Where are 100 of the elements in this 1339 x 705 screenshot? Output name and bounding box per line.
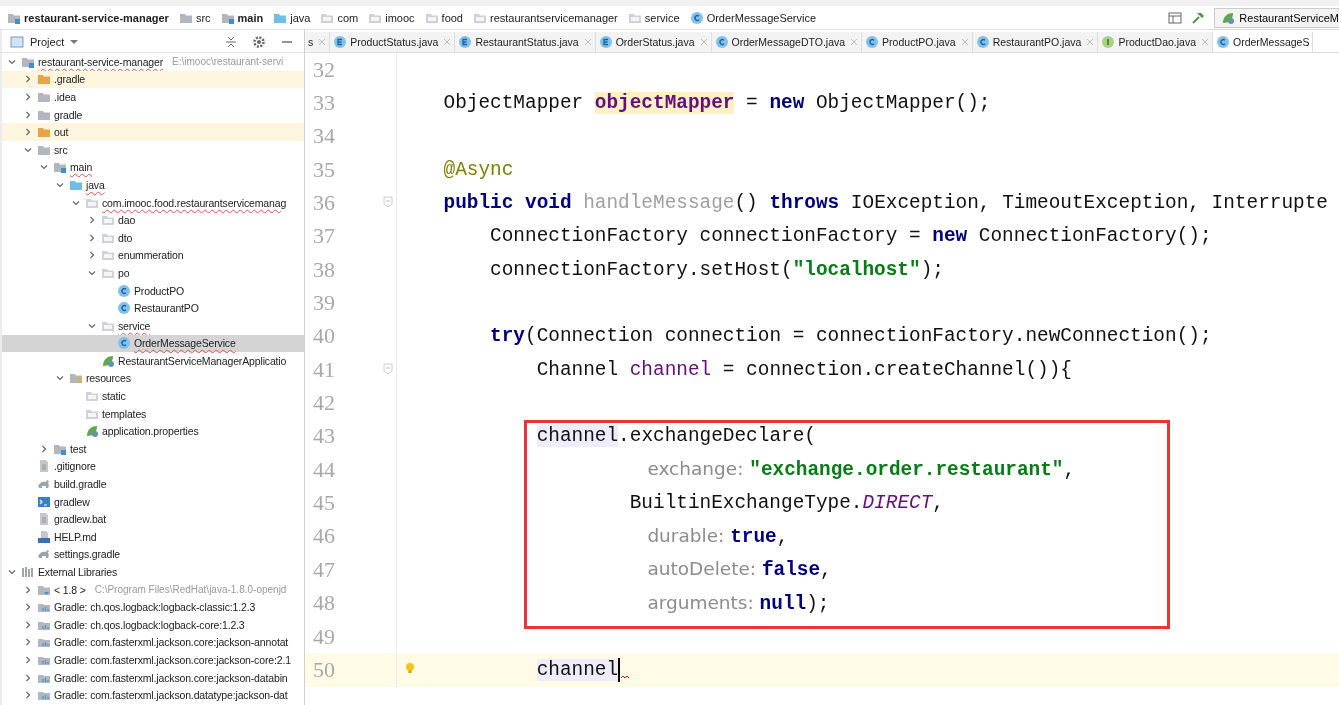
enum-icon	[458, 35, 473, 49]
editor-tab[interactable]: ProductPO.java	[862, 32, 973, 52]
code-line: arguments: null);	[646, 591, 830, 615]
item-label: RestaurantPO	[134, 302, 199, 315]
breadcrumb-item[interactable]: restaurantservicemanager	[468, 10, 623, 25]
editor-tab[interactable]: s	[305, 32, 331, 52]
item-label: HELP.md	[54, 530, 97, 543]
tree-item[interactable]: RestaurantServiceManagerApplicatio	[2, 352, 304, 370]
tree-item[interactable]: .idea	[2, 88, 304, 106]
tree-item[interactable]: application.properties	[2, 422, 304, 441]
line-number: 39	[312, 290, 335, 317]
tree-item[interactable]: main	[2, 158, 304, 177]
item-label: test	[70, 442, 87, 455]
line-number: 32	[312, 56, 335, 83]
caret-icon[interactable]	[70, 38, 79, 46]
code-line: try(Connection connection = connectionFactory.newConnection();	[489, 325, 1212, 348]
line-number: 34	[312, 123, 335, 150]
tree-item[interactable]: HELP.md	[2, 528, 304, 546]
layout-icon[interactable]	[1168, 10, 1183, 25]
collapse-icon[interactable]	[224, 35, 238, 49]
editor-tab[interactable]: RestaurantStatus.java	[455, 32, 596, 52]
item-label: out	[54, 126, 69, 139]
run-configuration-dropdown[interactable]: RestaurantServiceM	[1214, 7, 1339, 28]
editor-tab[interactable]: ProductDao.java	[1098, 32, 1213, 52]
tree-item[interactable]: < 1.8 > C:\Program Files\RedHat\java-1.8.0-openjd	[2, 580, 304, 599]
tree-item[interactable]: enummeration	[2, 246, 304, 265]
tree-item[interactable]: gradlew	[2, 492, 304, 511]
editor-tab[interactable]: OrderStatus.java	[595, 32, 712, 52]
breadcrumb-item[interactable]: OrderMessageService	[684, 10, 822, 25]
hammer-icon[interactable]	[1191, 10, 1206, 25]
tree-item[interactable]: Gradle: com.fasterxml.jackson.core:jackson-core:2.1	[2, 651, 304, 669]
enum-icon	[598, 35, 613, 49]
tree-item[interactable]: .gradle	[2, 70, 304, 89]
item-label: static	[102, 390, 126, 403]
class-icon	[865, 35, 880, 49]
item-label: < 1.8 >	[54, 583, 86, 596]
tree-item[interactable]: gradlew.bat	[2, 510, 304, 529]
tree-item[interactable]: src	[2, 140, 304, 159]
editor-tab[interactable]: ProductStatus.java	[330, 32, 456, 52]
tree-item[interactable]: Gradle: com.fasterxml.jackson.datatype:jackson-dat	[2, 686, 304, 704]
file-icon	[37, 512, 51, 527]
item-label: Gradle: ch.qos.logback:logback-classic:1.2.3	[54, 601, 256, 614]
tree-item[interactable]: External Libraries	[2, 563, 304, 581]
leaf-icon	[1221, 10, 1236, 25]
tree-item[interactable]: com.imooc.food.restaurantservicemanag	[2, 193, 304, 212]
path-text: C:\Program Files\RedHat\java-1.8.0-openjd	[94, 584, 287, 596]
class-icon	[1216, 35, 1230, 49]
module-folder-icon	[53, 160, 67, 175]
tree-item[interactable]: OrderMessageService	[2, 334, 304, 353]
project-view-dropdown[interactable]: Project	[28, 36, 67, 48]
line-number: 38	[312, 256, 335, 283]
code-line: autoDelete: false,	[646, 558, 832, 582]
item-label: dao	[118, 214, 136, 227]
line-number: 50	[312, 656, 335, 683]
item-label: enummeration	[118, 249, 184, 262]
tree-item[interactable]: static	[2, 387, 304, 405]
tree-item[interactable]: templates	[2, 404, 304, 423]
breadcrumb-item[interactable]: java	[268, 10, 316, 25]
breadcrumb-item[interactable]: service	[622, 10, 685, 25]
markdown-file-icon	[37, 529, 51, 544]
tree-item[interactable]: Gradle: ch.qos.logback:logback-classic:1.2.3	[2, 598, 304, 616]
tree-item[interactable]: dao	[2, 211, 304, 229]
tree-item[interactable]: java	[2, 176, 304, 194]
editor-tab[interactable]: RestaurantPO.java	[972, 32, 1099, 52]
breadcrumb-item[interactable]: main	[215, 10, 269, 25]
tree-item[interactable]: dto	[2, 228, 304, 247]
tree-item[interactable]: build.gradle	[2, 475, 304, 493]
tree-item[interactable]: Gradle: com.fasterxml.jackson.core:jackson-databin	[2, 668, 304, 687]
code-line: ConnectionFactory connectionFactory = new ConnectionFactory();	[489, 225, 1212, 248]
editor-tab[interactable]: OrderMessageDTO.java	[711, 32, 863, 52]
tree-item[interactable]: ProductPO	[2, 281, 304, 300]
class-icon	[117, 301, 131, 316]
code-line: channel.exchangeDeclare(	[535, 425, 816, 448]
class-icon	[117, 336, 131, 351]
tree-item[interactable]: Gradle: ch.qos.logback:logback-core:1.2.3	[2, 616, 304, 634]
settings-icon[interactable]	[252, 35, 266, 49]
breadcrumb-item[interactable]: restaurant-service-manager	[2, 10, 174, 25]
item-label: ProductPO	[134, 284, 184, 297]
item-label: .gradle	[54, 73, 86, 86]
breadcrumb-item[interactable]: food	[419, 10, 468, 25]
tree-item[interactable]: po	[2, 264, 304, 282]
tree-item[interactable]: Gradle: com.fasterxml.jackson.core:jackson-annotat	[2, 633, 304, 652]
tree-item[interactable]: gradle	[2, 105, 304, 124]
code-line: @Async	[442, 158, 514, 181]
breadcrumb-item[interactable]: imooc	[363, 10, 420, 25]
tree-item[interactable]: out	[2, 123, 304, 141]
tree-item[interactable]: restaurant-service-manager E:\imooc\restaurant-servi	[2, 53, 304, 71]
breadcrumb-item[interactable]: com	[315, 10, 364, 25]
tree-item[interactable]: settings.gradle	[2, 545, 304, 564]
window-icon	[10, 35, 24, 49]
tree-item[interactable]: resources	[2, 369, 304, 388]
code-line: public void handleMessage() throws IOException, TimeoutException, Interrupte	[442, 192, 1328, 215]
tree-item[interactable]: RestaurantPO	[2, 299, 304, 317]
breadcrumb-item[interactable]: src	[173, 10, 216, 25]
tree-item[interactable]: .gitignore	[2, 457, 304, 476]
lightbulb-icon[interactable]	[405, 662, 415, 675]
tree-item[interactable]: test	[2, 440, 304, 458]
class-icon	[117, 283, 131, 298]
line-number: 48	[312, 590, 335, 617]
tree-item[interactable]: service	[2, 316, 304, 335]
